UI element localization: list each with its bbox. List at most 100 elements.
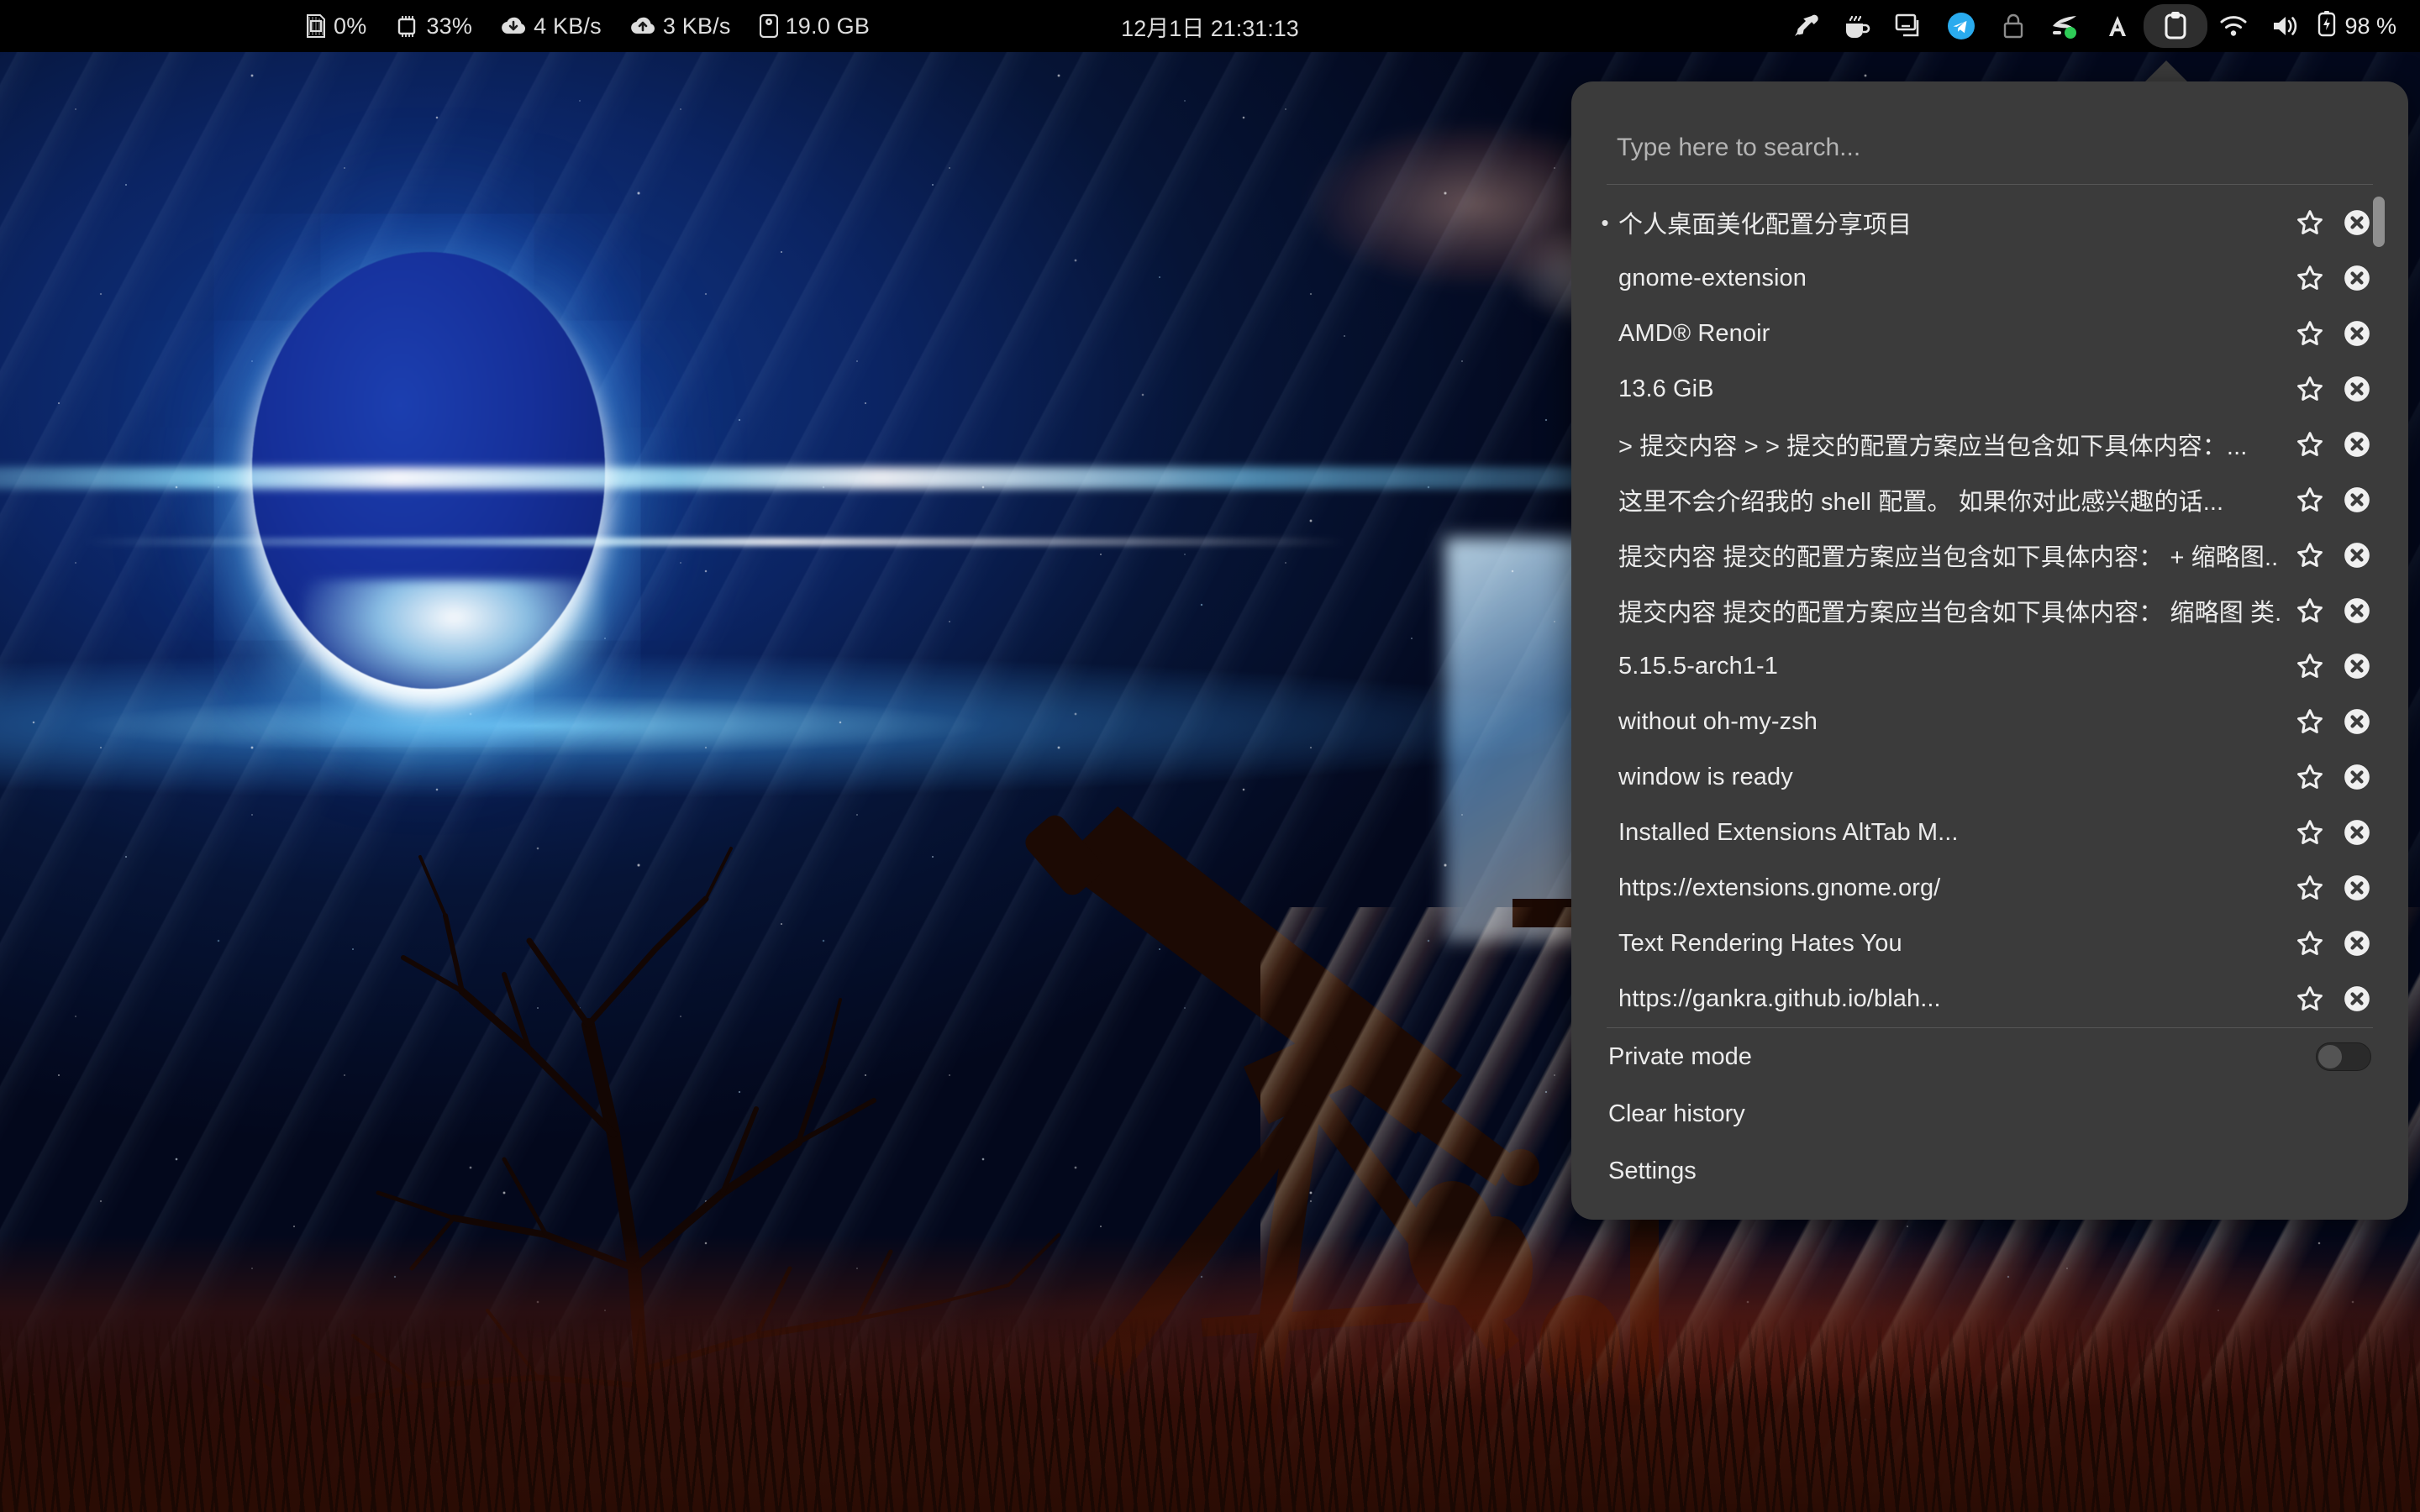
clipboard-item-actions	[2296, 763, 2371, 791]
star-outline-icon[interactable]	[2296, 984, 2324, 1013]
star-outline-icon[interactable]	[2296, 874, 2324, 902]
clipboard-item[interactable]: gnome-extension	[1571, 250, 2408, 306]
star-outline-icon[interactable]	[2296, 596, 2324, 625]
cpu-value: 33%	[426, 13, 473, 39]
list-scrollbar[interactable]	[2373, 190, 2396, 963]
star-outline-icon[interactable]	[2296, 929, 2324, 958]
wifi-icon[interactable]	[2207, 7, 2260, 45]
disk-value: 19.0 GB	[785, 13, 871, 39]
clipboard-item-actions	[2296, 430, 2371, 459]
star-outline-icon[interactable]	[2296, 375, 2324, 403]
clipboard-item[interactable]: > 提交内容 > > 提交的配置方案应当包含如下具体内容：...	[1571, 417, 2408, 472]
clipboard-item-text: Installed Extensions AltTab M...	[1618, 818, 1959, 846]
keyboard-layout-icon[interactable]	[2091, 7, 2144, 45]
search-input[interactable]	[1607, 127, 2373, 184]
download-value: 4 KB/s	[534, 13, 602, 39]
clipboard-icon[interactable]	[2144, 4, 2208, 48]
clipboard-item[interactable]: without oh-my-zsh	[1571, 694, 2408, 749]
clipboard-item-actions	[2296, 652, 2371, 680]
clipboard-item[interactable]: window is ready	[1571, 749, 2408, 805]
volume-icon[interactable]	[2260, 7, 2312, 45]
clipboard-item[interactable]: Installed Extensions AltTab M...	[1571, 805, 2408, 860]
delete-circle-icon[interactable]	[2343, 319, 2371, 348]
wallpaper-moon-glow	[302, 580, 605, 706]
download-stat[interactable]: 4 KB/s	[501, 13, 602, 39]
color-picker-icon[interactable]	[1779, 7, 1831, 45]
battery-indicator[interactable]: 98 %	[2317, 10, 2396, 43]
private-mode-toggle[interactable]	[2316, 1042, 2371, 1072]
lock-icon[interactable]	[1987, 7, 2039, 45]
memory-value: 0%	[334, 13, 367, 39]
delete-circle-icon[interactable]	[2343, 929, 2371, 958]
star-outline-icon[interactable]	[2296, 652, 2324, 680]
coffee-icon[interactable]	[1831, 7, 1883, 45]
star-outline-icon[interactable]	[2296, 430, 2324, 459]
clipboard-item-text: 13.6 GiB	[1618, 375, 1714, 402]
clipboard-item[interactable]: 5.15.5-arch1-1	[1571, 638, 2408, 694]
delete-circle-icon[interactable]	[2343, 984, 2371, 1013]
clipboard-item-text: 这里不会介绍我的 shell 配置。 如果你对此感兴趣的话...	[1618, 489, 2224, 516]
star-outline-icon[interactable]	[2296, 541, 2324, 570]
delete-circle-icon[interactable]	[2343, 596, 2371, 625]
system-monitor-group[interactable]: 0% 33% 4 KB/s 3 KB/s 19.0 GB	[306, 13, 870, 39]
clipboard-item[interactable]: Text Rendering Hates You	[1571, 916, 2408, 971]
clipboard-item[interactable]: AMD® Renoir	[1571, 306, 2408, 361]
memory-stat[interactable]: 0%	[306, 13, 366, 39]
private-mode-label: Private mode	[1608, 1042, 1752, 1070]
delete-circle-icon[interactable]	[2343, 874, 2371, 902]
star-outline-icon[interactable]	[2296, 763, 2324, 791]
clipboard-footer: Private mode Clear history Settings	[1571, 1028, 2408, 1220]
battery-percent: 98 %	[2344, 13, 2396, 39]
clipboard-item-actions	[2296, 264, 2371, 292]
settings-row[interactable]: Settings	[1571, 1142, 2408, 1200]
star-outline-icon[interactable]	[2296, 486, 2324, 514]
top-bar: 0% 33% 4 KB/s 3 KB/s 19.0 GB 12月1日 21:31…	[0, 0, 2420, 52]
screenshot-icon[interactable]	[1883, 7, 1935, 45]
telegram-icon[interactable]	[1935, 7, 1987, 45]
night-light-icon[interactable]	[2039, 7, 2091, 45]
delete-circle-icon[interactable]	[2343, 818, 2371, 847]
clock[interactable]: 12月1日 21:31:13	[1121, 10, 1299, 43]
clipboard-history-list[interactable]: • 个人桌面美化配置分享项目 gnome-extension AMD® Renoir 1…	[1571, 185, 2408, 1027]
clipboard-item-actions	[2296, 596, 2371, 625]
clipboard-item[interactable]: https://extensions.gnome.org/	[1571, 860, 2408, 916]
delete-circle-icon[interactable]	[2343, 541, 2371, 570]
cpu-stat[interactable]: 33%	[395, 13, 472, 39]
clipboard-item[interactable]: https://gankra.github.io/blah...	[1571, 971, 2408, 1026]
delete-circle-icon[interactable]	[2343, 264, 2371, 292]
clipboard-item[interactable]: 提交内容 提交的配置方案应当包含如下具体内容： + 缩略图...	[1571, 528, 2408, 583]
star-outline-icon[interactable]	[2296, 208, 2324, 237]
clipboard-item-text: window is ready	[1618, 763, 1793, 790]
delete-circle-icon[interactable]	[2343, 208, 2371, 237]
upload-stat[interactable]: 3 KB/s	[630, 13, 731, 39]
star-outline-icon[interactable]	[2296, 264, 2324, 292]
clipboard-item-text: 个人桌面美化配置分享项目	[1618, 212, 1912, 239]
clipboard-item[interactable]: 提交内容 提交的配置方案应当包含如下具体内容： 缩略图 类...	[1571, 583, 2408, 638]
delete-circle-icon[interactable]	[2343, 652, 2371, 680]
disk-stat[interactable]: 19.0 GB	[759, 13, 871, 39]
clipboard-item[interactable]: 13.6 GiB	[1571, 361, 2408, 417]
delete-circle-icon[interactable]	[2343, 707, 2371, 736]
star-outline-icon[interactable]	[2296, 818, 2324, 847]
star-outline-icon[interactable]	[2296, 319, 2324, 348]
clear-history-row[interactable]: Clear history	[1571, 1085, 2408, 1142]
clipboard-item[interactable]: 这里不会介绍我的 shell 配置。 如果你对此感兴趣的话...	[1571, 472, 2408, 528]
delete-circle-icon[interactable]	[2343, 763, 2371, 791]
clipboard-item-actions	[2296, 874, 2371, 902]
clipboard-item-text: gnome-extension	[1618, 264, 1807, 291]
upload-icon	[630, 16, 655, 36]
memory-icon	[306, 14, 326, 38]
clipboard-item-actions	[2296, 984, 2371, 1013]
download-icon	[501, 16, 526, 36]
clipboard-item[interactable]: • 个人桌面美化配置分享项目	[1571, 195, 2408, 250]
delete-circle-icon[interactable]	[2343, 486, 2371, 514]
list-scrollbar-thumb[interactable]	[2373, 197, 2385, 247]
delete-circle-icon[interactable]	[2343, 430, 2371, 459]
clipboard-item-text: AMD® Renoir	[1618, 319, 1770, 347]
star-outline-icon[interactable]	[2296, 707, 2324, 736]
wallpaper-lens-flare-2	[84, 538, 1344, 546]
private-mode-row[interactable]: Private mode	[1571, 1028, 2408, 1085]
clipboard-item-text: 5.15.5-arch1-1	[1618, 652, 1779, 680]
private-mode-toggle-knob	[2317, 1044, 2343, 1070]
delete-circle-icon[interactable]	[2343, 375, 2371, 403]
